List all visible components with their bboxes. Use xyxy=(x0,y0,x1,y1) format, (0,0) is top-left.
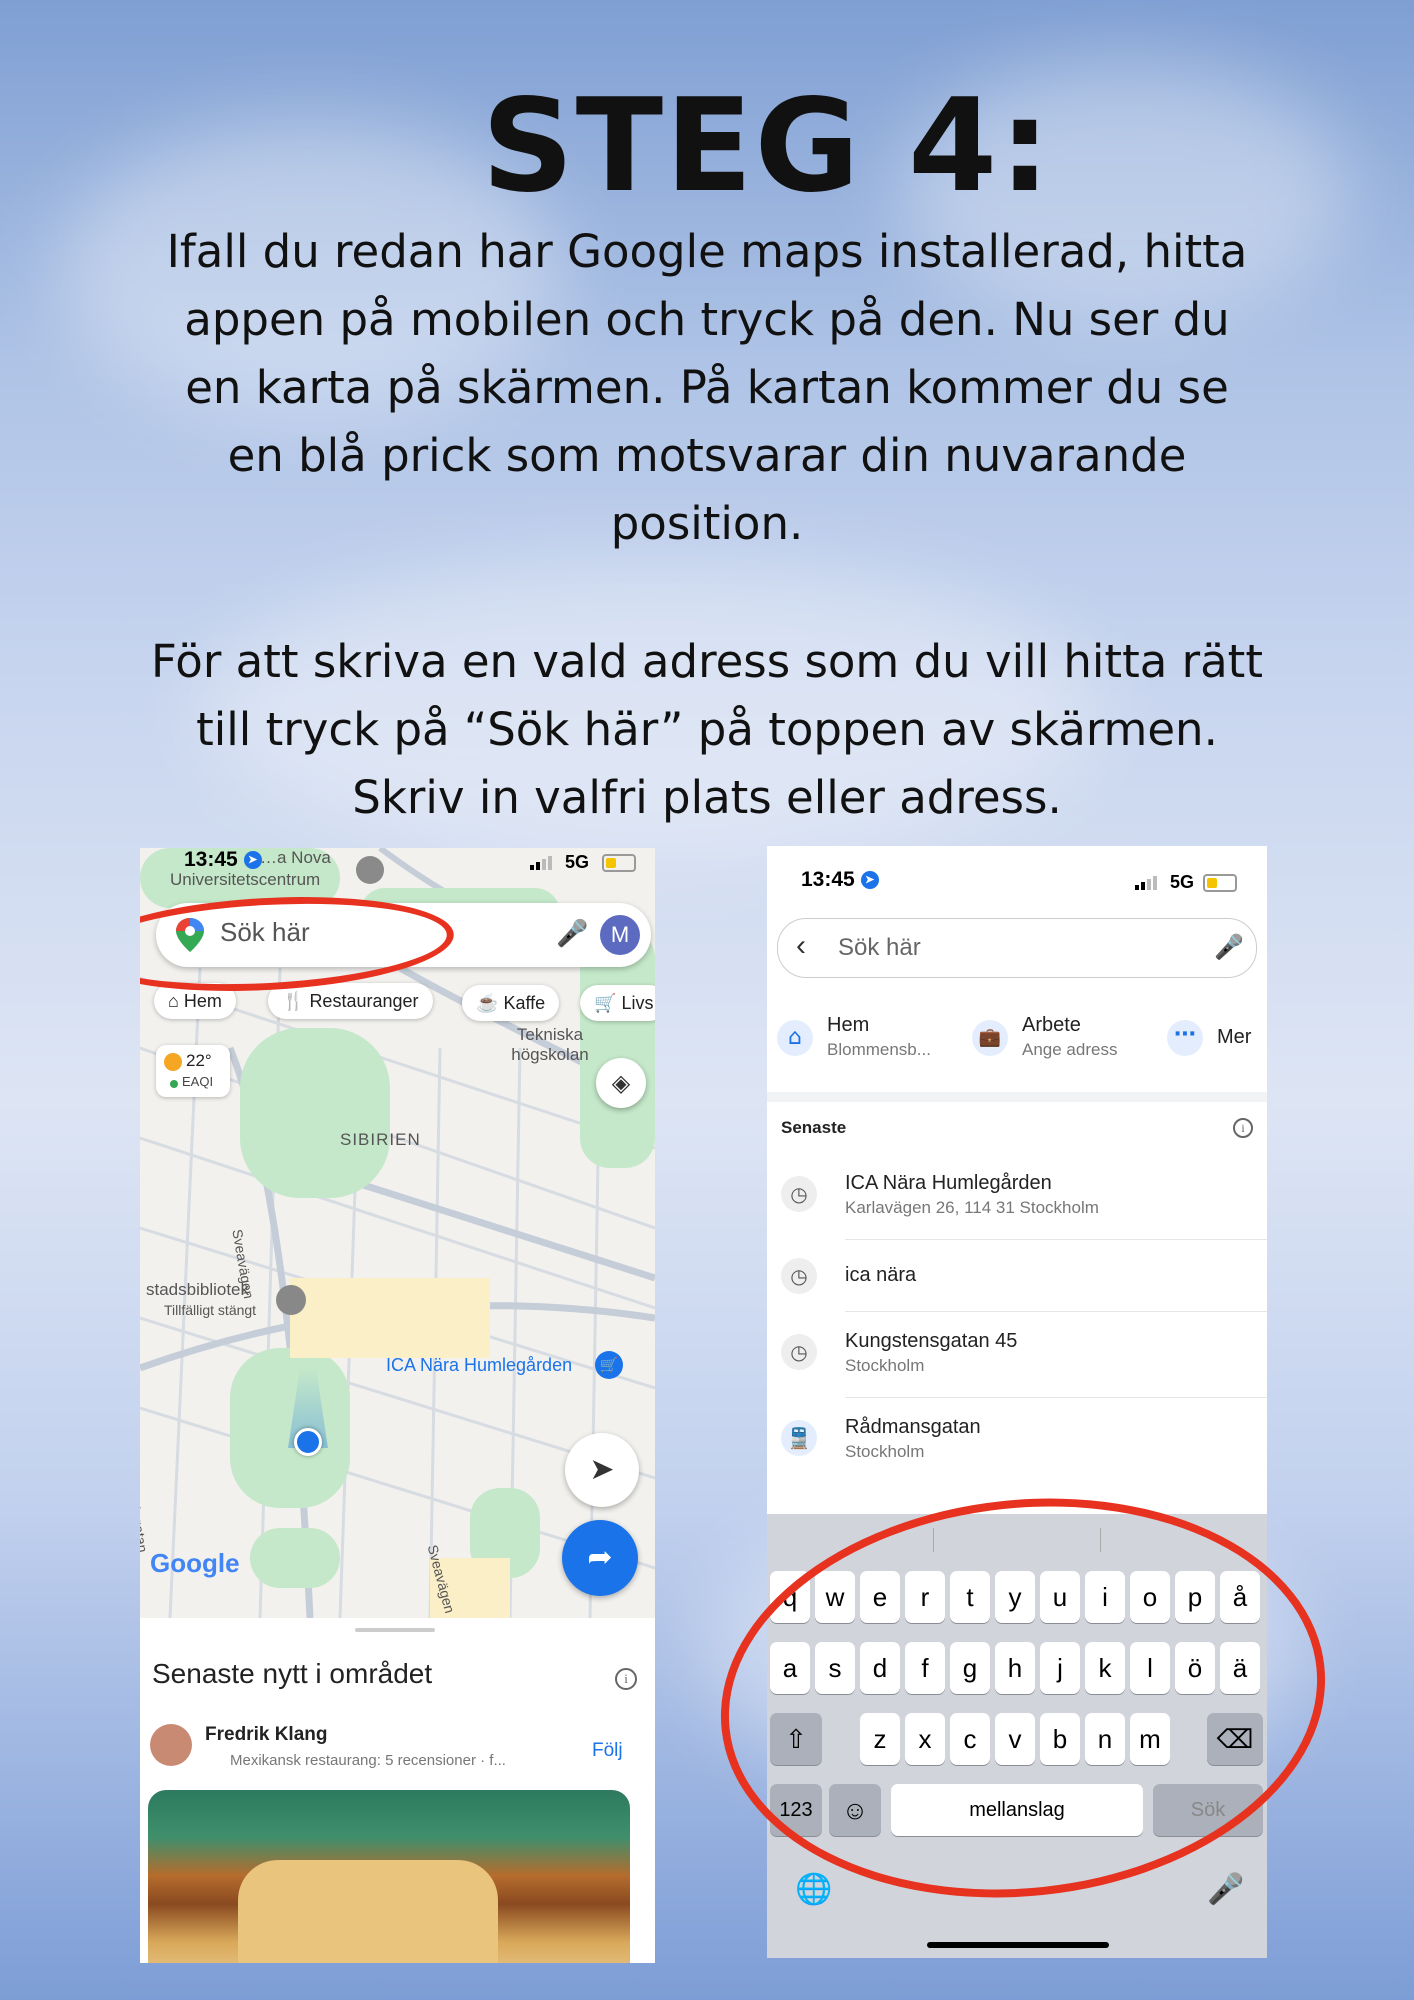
fork-knife-icon: 🍴 xyxy=(282,991,305,1011)
dictation-mic-icon[interactable]: 🎤 xyxy=(1207,1872,1244,1907)
map-park xyxy=(240,1028,390,1198)
reviewer-name[interactable]: Fredrik Klang xyxy=(205,1724,327,1746)
map-park xyxy=(230,1348,350,1508)
directions-button[interactable]: ➦ xyxy=(562,1520,638,1596)
coffee-icon: ☕ xyxy=(476,993,499,1013)
directions-icon: ➦ xyxy=(587,1540,613,1575)
weather-temp: 22° xyxy=(186,1051,212,1070)
follow-button[interactable]: Följ xyxy=(592,1740,623,1762)
recent-header: Senaste xyxy=(781,1118,847,1137)
section-divider xyxy=(767,1092,1267,1102)
home-icon: ⌂ xyxy=(777,1020,813,1056)
shortcut-mer[interactable]: ⋯ Mer xyxy=(1167,1014,1267,1074)
clock-icon: ◷ xyxy=(781,1334,817,1370)
map-label: SIBIRIEN xyxy=(340,1130,421,1149)
reviewer-avatar[interactable] xyxy=(150,1724,192,1766)
sun-icon xyxy=(164,1053,182,1071)
library-marker[interactable] xyxy=(276,1285,306,1315)
location-arrow-icon: ➤ xyxy=(243,851,262,870)
chip-kaffe[interactable]: ☕ Kaffe xyxy=(462,985,560,1021)
home-indicator xyxy=(927,1942,1109,1948)
recent-item[interactable]: ◷ Kungstensgatan 45 Stockholm xyxy=(767,1312,1267,1398)
instruction-paragraph-2: För att skriva en vald adress som du vil… xyxy=(151,635,1263,824)
clock-icon: ◷ xyxy=(781,1258,817,1294)
network-label: 5G xyxy=(565,852,590,872)
battery-icon xyxy=(1203,874,1237,892)
recent-item[interactable]: ◷ ICA Nära Humlegården Karlavägen 26, 11… xyxy=(767,1154,1267,1240)
globe-icon[interactable]: 🌐 xyxy=(795,1872,832,1907)
cart-icon: 🛒 xyxy=(594,993,617,1013)
info-icon[interactable]: i xyxy=(615,1668,637,1690)
instruction-paragraph-1: Ifall du redan har Google maps installer… xyxy=(166,225,1248,550)
recenter-button[interactable]: ➤ xyxy=(565,1433,639,1507)
sheet-handle[interactable] xyxy=(355,1628,435,1632)
info-icon[interactable]: i xyxy=(1233,1118,1253,1138)
recent-item[interactable]: ◷ ica nära xyxy=(767,1240,1267,1312)
recent-title: ica nära xyxy=(845,1264,917,1286)
map-area-highlight xyxy=(290,1278,490,1358)
shortcut-title: Mer xyxy=(1217,1026,1252,1048)
map-park xyxy=(250,1528,340,1588)
google-logo: Google xyxy=(150,1548,240,1578)
battery-icon xyxy=(602,854,636,872)
home-icon: ⌂ xyxy=(168,991,179,1011)
layers-icon: ◈ xyxy=(611,1069,631,1097)
recent-title: Kungstensgatan 45 xyxy=(845,1330,1018,1352)
map-label: Tekniska högskolan xyxy=(511,1025,589,1064)
chip-restauranger[interactable]: 🍴 Restauranger xyxy=(268,983,433,1019)
navigation-arrow-icon: ➤ xyxy=(589,1452,615,1487)
current-location-dot xyxy=(294,1428,322,1456)
weather-widget[interactable]: 22° EAQI xyxy=(156,1045,230,1097)
more-dots-icon: ⋯ xyxy=(1167,1020,1203,1056)
layers-button[interactable]: ◈ xyxy=(596,1058,646,1108)
clock-icon: ◷ xyxy=(781,1176,817,1212)
signal-icon xyxy=(1135,876,1157,890)
map-label: ICA Nära Humlegården xyxy=(386,1355,573,1375)
reviewer-meta: Mexikansk restaurang: 5 recensioner · f.… xyxy=(230,1752,506,1769)
mic-icon[interactable]: 🎤 xyxy=(556,919,588,949)
recent-title: Rådmansgatan xyxy=(845,1416,981,1438)
sheet-title: Senaste nytt i området xyxy=(152,1658,433,1689)
aqi-dot xyxy=(170,1080,178,1088)
location-arrow-icon: ➤ xyxy=(860,871,879,890)
avatar[interactable]: M xyxy=(600,915,640,955)
page-title: STEG 4: xyxy=(481,72,1053,221)
recent-sub: Stockholm xyxy=(845,1442,925,1461)
weather-aqi: EAQI xyxy=(182,1074,214,1089)
shortcut-sub: Ange adress xyxy=(1022,1040,1118,1059)
shortcut-title: Hem xyxy=(827,1014,870,1036)
shortcut-hem[interactable]: ⌂ Hem Blommensb... xyxy=(777,1014,957,1074)
train-icon: 🚆 xyxy=(781,1420,817,1456)
university-marker[interactable] xyxy=(356,856,384,884)
mic-icon[interactable]: 🎤 xyxy=(1214,933,1244,961)
bottom-sheet[interactable]: Senaste nytt i området i Fredrik Klang M… xyxy=(140,1618,655,1963)
shortcut-sub: Blommensb... xyxy=(827,1040,931,1059)
shortcut-arbete[interactable]: 💼 Arbete Ange adress xyxy=(972,1014,1152,1074)
status-time: 13:45 ➤ xyxy=(184,848,262,872)
search-bar[interactable]: ‹ Sök här 🎤 xyxy=(777,918,1257,978)
map-label: stadsbibliotek xyxy=(146,1280,250,1299)
recent-sub: Karlavägen 26, 114 31 Stockholm xyxy=(845,1198,1099,1217)
map-label: Tillfälligt stängt xyxy=(164,1302,257,1318)
recent-item[interactable]: 🚆 Rådmansgatan Stockholm xyxy=(767,1398,1267,1484)
briefcase-icon: 💼 xyxy=(972,1020,1008,1056)
network-label: 5G xyxy=(1170,872,1195,892)
shortcut-title: Arbete xyxy=(1022,1014,1081,1036)
map-label: …a Nova xyxy=(260,848,331,867)
map-label: Universitetscentrum xyxy=(170,870,321,889)
review-photo[interactable] xyxy=(148,1790,630,1963)
recent-title: ICA Nära Humlegården xyxy=(845,1172,1052,1194)
left-phone-screenshot: …a Nova Universitetscentrum Tekniska hög… xyxy=(140,848,655,1963)
ica-store-marker[interactable]: 🛒 xyxy=(595,1351,623,1379)
search-input[interactable]: Sök här xyxy=(838,934,921,962)
back-icon[interactable]: ‹ xyxy=(796,929,806,963)
recent-sub: Stockholm xyxy=(845,1356,925,1375)
signal-icon xyxy=(530,856,552,870)
status-time: 13:45 ➤ xyxy=(801,868,879,892)
photo-food xyxy=(238,1860,498,1963)
chip-livs[interactable]: 🛒 Livs xyxy=(580,985,655,1021)
